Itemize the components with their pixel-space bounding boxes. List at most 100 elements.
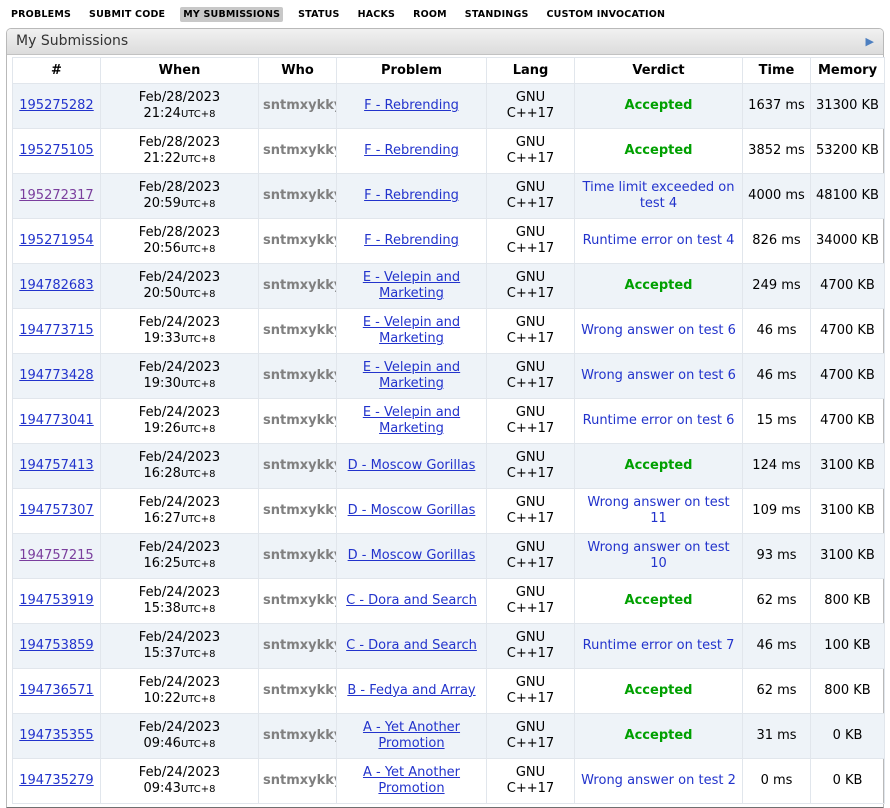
submission-id-link[interactable]: 195275282	[19, 98, 93, 113]
user-link[interactable]: sntmxykky	[263, 773, 337, 788]
submission-id-link[interactable]: 194753859	[19, 638, 93, 653]
problem-link[interactable]: D - Moscow Gorillas	[348, 503, 476, 518]
user-link[interactable]: sntmxykky	[263, 368, 337, 383]
user-link[interactable]: sntmxykky	[263, 638, 337, 653]
verdict-text: Accepted	[625, 143, 693, 158]
problem-link[interactable]: D - Moscow Gorillas	[348, 548, 476, 563]
collapse-arrow-icon[interactable]: ▶	[866, 36, 874, 47]
user-link[interactable]: sntmxykky	[263, 593, 337, 608]
nav-item-custom-invocation[interactable]: CUSTOM INVOCATION	[544, 7, 669, 22]
user-link[interactable]: sntmxykky	[263, 503, 337, 518]
submission-id-link[interactable]: 194757307	[19, 503, 93, 518]
submission-time: 09:46	[143, 736, 180, 751]
problem-cell: D - Moscow Gorillas	[337, 444, 487, 489]
submission-id-link[interactable]: 194773715	[19, 323, 93, 338]
submission-date: Feb/24/2023	[139, 765, 220, 780]
problem-link[interactable]: A - Yet Another Promotion	[363, 720, 460, 751]
nav-item-my-submissions[interactable]: MY SUBMISSIONS	[180, 7, 283, 22]
user-link[interactable]: sntmxykky	[263, 683, 337, 698]
problem-link[interactable]: E - Velepin and Marketing	[363, 315, 460, 346]
nav-item-status[interactable]: STATUS	[295, 7, 342, 22]
user-link[interactable]: sntmxykky	[263, 458, 337, 473]
who-cell: sntmxykky	[259, 534, 337, 579]
verdict-cell: Wrong answer on test 10	[575, 534, 743, 579]
submission-id-link[interactable]: 194773041	[19, 413, 93, 428]
time-cell: 46 ms	[743, 354, 811, 399]
problem-cell: E - Velepin and Marketing	[337, 264, 487, 309]
timezone-label: UTC+8	[181, 334, 216, 345]
submission-id-link[interactable]: 194736571	[19, 683, 93, 698]
submission-id-link[interactable]: 194757215	[19, 548, 93, 563]
when-cell: Feb/24/2023 19:33UTC+8	[101, 309, 259, 354]
submission-id-link[interactable]: 195272317	[19, 188, 93, 203]
user-link[interactable]: sntmxykky	[263, 728, 337, 743]
time-cell: 15 ms	[743, 399, 811, 444]
lang-label: GNU C++17	[507, 450, 555, 483]
problem-link[interactable]: F - Rebrending	[364, 143, 459, 158]
table-row: 194753919 Feb/24/2023 15:38UTC+8 sntmxyk…	[13, 579, 885, 624]
who-cell: sntmxykky	[259, 264, 337, 309]
lang-cell: GNU C++17	[487, 219, 575, 264]
problem-link[interactable]: F - Rebrending	[364, 98, 459, 113]
memory-cell: 0 KB	[811, 714, 885, 759]
problem-cell: D - Moscow Gorillas	[337, 534, 487, 579]
nav-item-submit-code[interactable]: SUBMIT CODE	[86, 7, 168, 22]
nav-item-room[interactable]: ROOM	[410, 7, 450, 22]
submission-time: 20:56	[143, 241, 180, 256]
problem-link[interactable]: F - Rebrending	[364, 233, 459, 248]
user-link[interactable]: sntmxykky	[263, 278, 337, 293]
lang-label: GNU C++17	[507, 405, 555, 438]
problem-link[interactable]: A - Yet Another Promotion	[363, 765, 460, 796]
user-link[interactable]: sntmxykky	[263, 413, 337, 428]
table-row: 194782683 Feb/24/2023 20:50UTC+8 sntmxyk…	[13, 264, 885, 309]
user-link[interactable]: sntmxykky	[263, 143, 337, 158]
submission-id-link[interactable]: 195271954	[19, 233, 93, 248]
problem-cell: A - Yet Another Promotion	[337, 759, 487, 804]
lang-label: GNU C++17	[507, 765, 555, 798]
submission-time: 21:24	[143, 106, 180, 121]
problem-cell: E - Velepin and Marketing	[337, 354, 487, 399]
problem-link[interactable]: E - Velepin and Marketing	[363, 270, 460, 301]
problem-link[interactable]: E - Velepin and Marketing	[363, 405, 460, 436]
submission-id-link[interactable]: 194782683	[19, 278, 93, 293]
problem-link[interactable]: D - Moscow Gorillas	[348, 458, 476, 473]
verdict-cell: Runtime error on test 7	[575, 624, 743, 669]
user-link[interactable]: sntmxykky	[263, 98, 337, 113]
when-cell: Feb/24/2023 10:22UTC+8	[101, 669, 259, 714]
submission-id-link[interactable]: 194753919	[19, 593, 93, 608]
user-link[interactable]: sntmxykky	[263, 233, 337, 248]
verdict-text: Accepted	[625, 683, 693, 698]
problem-link[interactable]: C - Dora and Search	[346, 638, 477, 653]
problem-link[interactable]: C - Dora and Search	[346, 593, 477, 608]
nav-item-hacks[interactable]: HACKS	[355, 7, 398, 22]
when-cell: Feb/24/2023 19:30UTC+8	[101, 354, 259, 399]
user-link[interactable]: sntmxykky	[263, 188, 337, 203]
memory-cell: 4700 KB	[811, 264, 885, 309]
submission-id-link[interactable]: 194773428	[19, 368, 93, 383]
nav-item-standings[interactable]: STANDINGS	[462, 7, 532, 22]
timezone-label: UTC+8	[181, 289, 216, 300]
user-link[interactable]: sntmxykky	[263, 548, 337, 563]
problem-link[interactable]: F - Rebrending	[364, 188, 459, 203]
problem-cell: E - Velepin and Marketing	[337, 309, 487, 354]
who-cell: sntmxykky	[259, 579, 337, 624]
submission-id-link[interactable]: 194735279	[19, 773, 93, 788]
user-link[interactable]: sntmxykky	[263, 323, 337, 338]
memory-cell: 3100 KB	[811, 444, 885, 489]
submission-id-link[interactable]: 194757413	[19, 458, 93, 473]
problem-link[interactable]: E - Velepin and Marketing	[363, 360, 460, 391]
header-lang: Lang	[487, 58, 575, 84]
who-cell: sntmxykky	[259, 354, 337, 399]
submission-date: Feb/28/2023	[139, 180, 220, 195]
id-cell: 194757413	[13, 444, 101, 489]
verdict-text: Wrong answer on test 11	[587, 495, 729, 526]
submission-time: 21:22	[143, 151, 180, 166]
time-cell: 46 ms	[743, 309, 811, 354]
id-cell: 194753859	[13, 624, 101, 669]
lang-label: GNU C++17	[507, 495, 555, 528]
nav-item-problems[interactable]: PROBLEMS	[8, 7, 74, 22]
submission-id-link[interactable]: 194735355	[19, 728, 93, 743]
who-cell: sntmxykky	[259, 174, 337, 219]
submission-id-link[interactable]: 195275105	[19, 143, 93, 158]
problem-link[interactable]: B - Fedya and Array	[347, 683, 475, 698]
